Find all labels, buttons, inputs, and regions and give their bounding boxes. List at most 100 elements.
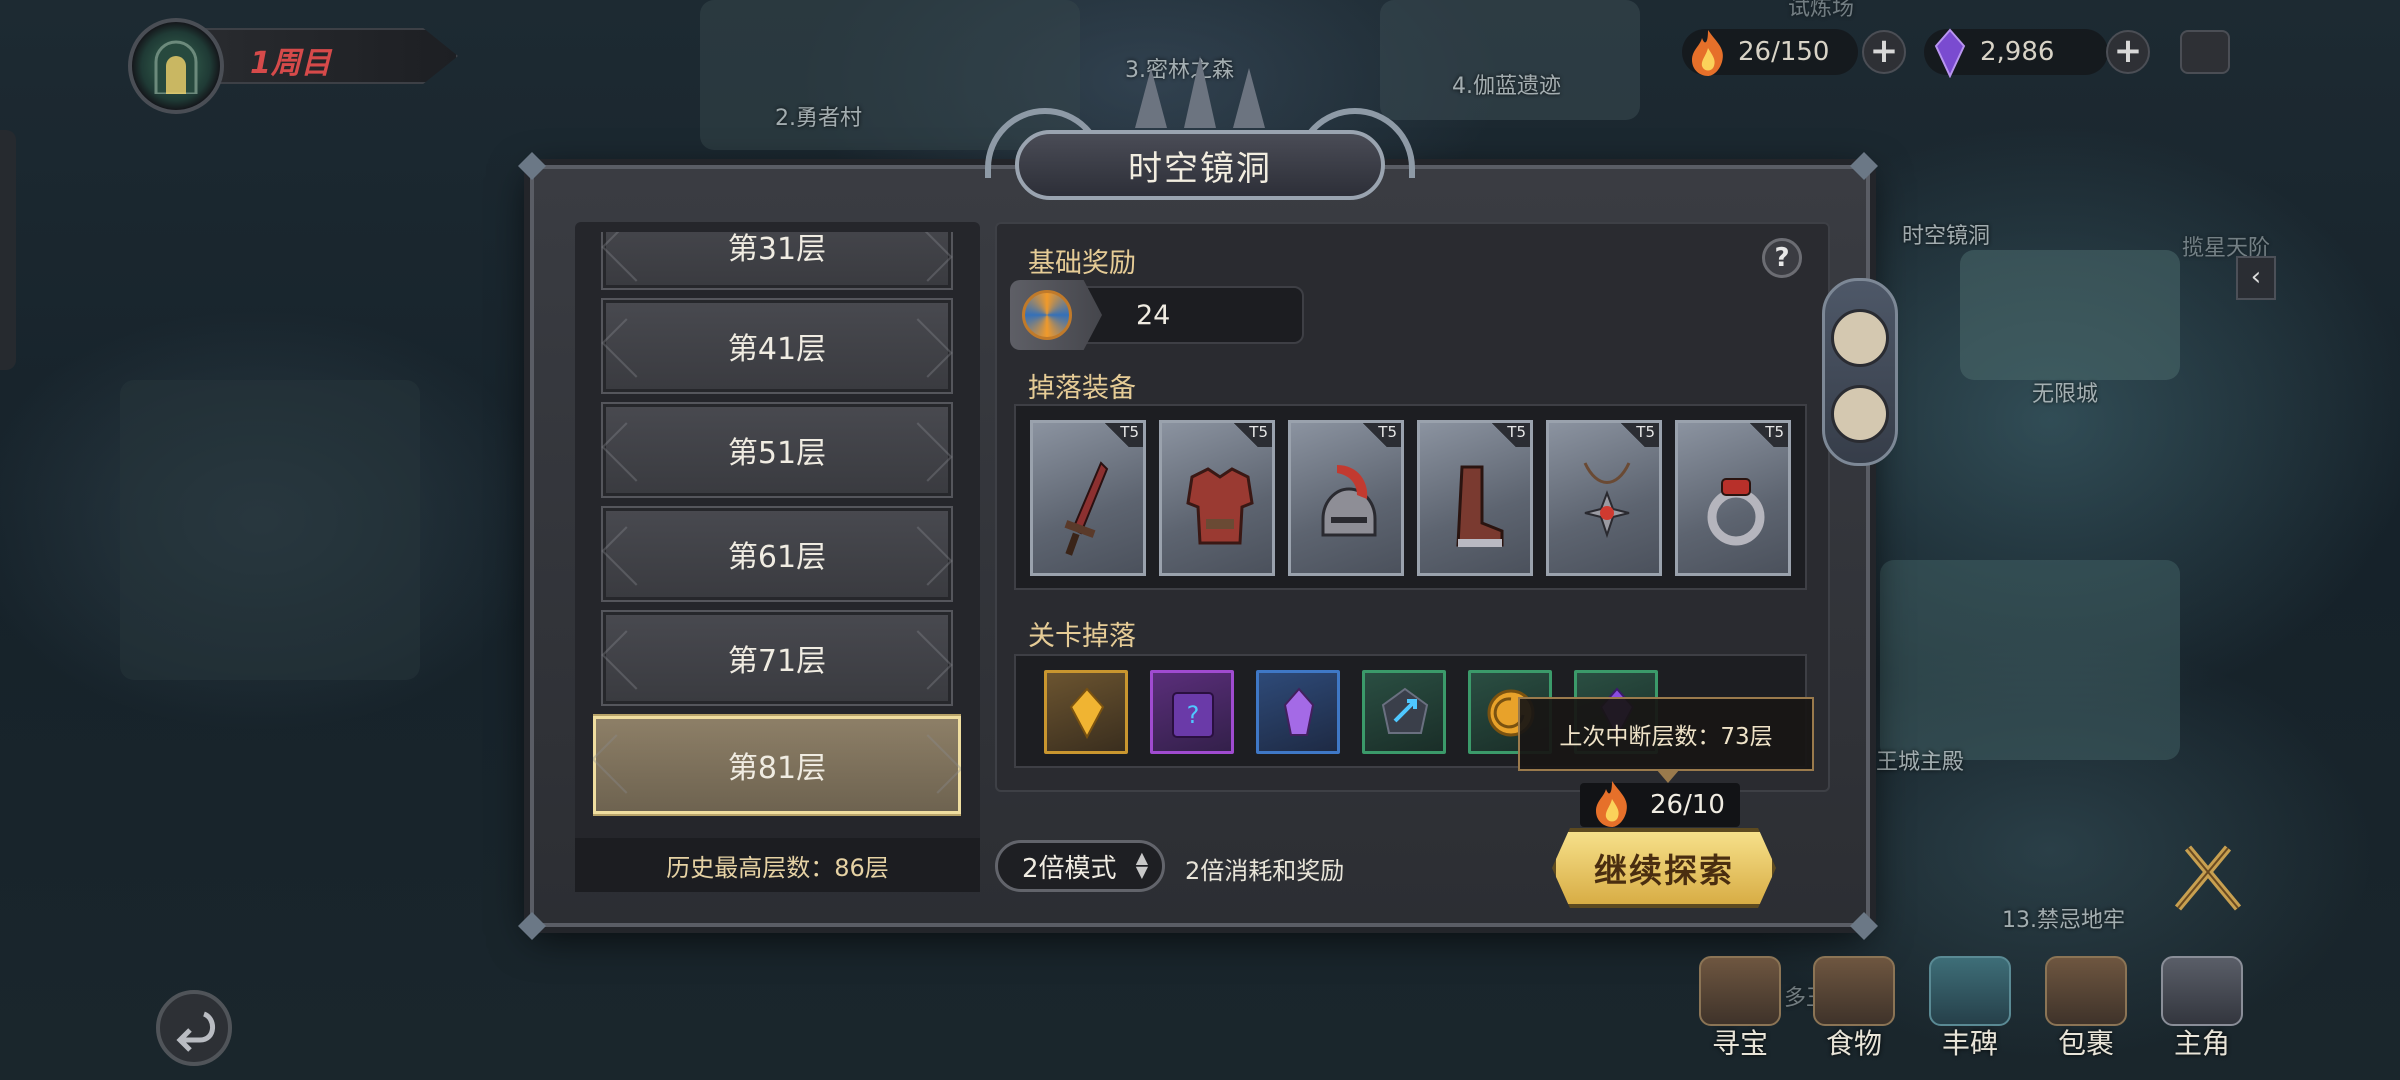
map-label-royal-palace[interactable]: 王城主殿 [1876,744,1964,776]
cycle-label: 1周目 [250,46,331,81]
stage-drops-title: 关卡掉落 [1028,621,1136,652]
nav-bag[interactable]: 包裹 [2040,956,2132,1062]
floor-button-71[interactable]: 第71层 [601,610,953,706]
updown-arrow-icon: ▲ ▼ [1135,848,1148,881]
floor-label: 第71层 [727,644,827,679]
add-stamina-button[interactable]: + [1862,30,1906,74]
stamina-resource: 26/150 [1682,26,1858,78]
drop-gold-crystal[interactable] [1044,670,1128,754]
continue-explore-button[interactable]: 继续探索 [1552,828,1776,908]
floor-label: 第31层 [727,232,827,267]
nav-label: 食物 [1825,1027,1882,1060]
equipment-armor[interactable]: T5 [1159,420,1275,576]
nav-label: 寻宝 [1711,1027,1768,1060]
tier-badge: T5 [1103,423,1143,447]
map-label-time-mirror-cave[interactable]: 时空镜洞 [1902,218,1990,250]
nav-label: 包裹 [2057,1027,2114,1060]
drop-blue-rune[interactable] [1362,670,1446,754]
nav-food[interactable]: 食物 [1808,956,1900,1062]
mode-selector[interactable]: 2倍模式 ▲ ▼ [995,840,1165,892]
floor-label: 第81层 [727,751,827,786]
drop-purple-crystal[interactable] [1256,670,1340,754]
mode-label: 2倍模式 [1022,853,1117,884]
rune-icon [1381,687,1429,734]
side-tab-group [1822,278,1898,466]
add-gems-button[interactable]: + [2106,30,2150,74]
crossed-swords-icon[interactable] [2168,838,2248,918]
map-label-galan-ruins[interactable]: 4.伽蓝遗迹 [1452,68,1561,100]
amulet-icon [1583,462,1631,539]
floor-label: 第41层 [727,332,827,367]
floor-button-81-selected[interactable]: 第81层 [593,714,961,816]
equipment-helmet[interactable]: T5 [1288,420,1404,576]
fire-icon [1596,781,1627,827]
floor-button-31[interactable]: 第31层 [601,232,953,290]
equipment-row: T5 T5 T5 T5 T5 T5 [1014,404,1807,590]
fire-icon [1692,30,1723,76]
dialog-title: 时空镜洞 [1015,130,1385,200]
food-icon [1813,956,1895,1026]
tier-badge: T5 [1232,423,1272,447]
floor-list[interactable]: 第31层 第41层 第51层 第61层 第71层 第81层 [593,232,961,832]
map-label-trial-ground[interactable]: 试炼场 [1788,0,1854,22]
map-tile [1380,0,1640,120]
dialog-title-banner: 时空镜洞 [985,56,1415,200]
tier-badge: T5 [1619,423,1659,447]
purple-gem-icon [1934,28,1966,78]
hero-helmet-icon [2161,956,2243,1026]
drop-equipment-title: 掉落装备 [1028,373,1136,404]
portal-icon [128,18,224,114]
drop-purple-book[interactable]: ? [1150,670,1234,754]
left-edge-tab[interactable] [0,130,16,370]
ring-icon [1707,478,1765,546]
nav-monument[interactable]: 丰碑 [1924,956,2016,1062]
sword-icon [1064,461,1109,556]
cycle-badge[interactable]: 1周目 [128,18,458,114]
purple-crystal-icon [1283,687,1315,736]
map-tile [1880,560,2180,760]
nav-treasure[interactable]: 寻宝 [1694,956,1786,1062]
armor-icon [1186,467,1254,545]
tier-badge: T5 [1490,423,1530,447]
gold-crystal-icon [1069,687,1105,740]
back-arrow-icon [176,1011,215,1052]
equipment-amulet[interactable]: T5 [1546,420,1662,576]
book-icon: ? [1172,692,1214,738]
ranking-tab[interactable] [1831,385,1889,443]
svg-text:?: ? [1187,701,1200,729]
back-button[interactable] [156,990,232,1066]
tier-badge: T5 [1361,423,1401,447]
helmet-icon [1321,465,1377,537]
floor-button-51[interactable]: 第51层 [601,402,953,498]
equipment-ring[interactable]: T5 [1675,420,1791,576]
banner-spike [1184,56,1216,128]
equipment-boots[interactable]: T5 [1417,420,1533,576]
banner-spike [1233,68,1265,128]
nav-label: 丰碑 [1941,1027,1998,1060]
stamina-cost-value: 26/10 [1650,790,1725,820]
floor-panel: 第31层 第41层 第51层 第61层 第71层 第81层 历史最高层数：86层 [575,222,980,892]
floor-button-61[interactable]: 第61层 [601,506,953,602]
base-reward-title: 基础奖励 [1028,248,1136,279]
map-label-infinite-city[interactable]: 无限城 [2032,376,2098,408]
floor-button-41[interactable]: 第41层 [601,298,953,394]
history-max-floor: 历史最高层数：86层 [575,838,980,892]
floor-label: 第61层 [727,540,827,575]
treasure-chest-icon [1699,956,1781,1026]
nav-hero[interactable]: 主角 [2156,956,2248,1062]
expand-arrow-icon[interactable]: ‹ [2236,256,2276,300]
bag-icon [2045,956,2127,1026]
stamina-cost: 26/10 [1580,781,1740,827]
reward-bag-tab[interactable] [1831,309,1889,367]
nav-label: 主角 [2173,1027,2230,1060]
banner-spike [1135,68,1167,128]
help-button[interactable]: ? [1762,238,1802,278]
map-label-forbidden-dungeon[interactable]: 13.禁忌地牢 [2002,902,2125,934]
monument-icon [1929,956,2011,1026]
map-label-hero-village[interactable]: 2.勇者村 [775,100,862,132]
floor-label: 第51层 [727,436,827,471]
map-tile [120,380,420,680]
mail-icon[interactable] [2180,30,2230,74]
equipment-sword[interactable]: T5 [1030,420,1146,576]
reward-coin-icon [1010,280,1102,350]
